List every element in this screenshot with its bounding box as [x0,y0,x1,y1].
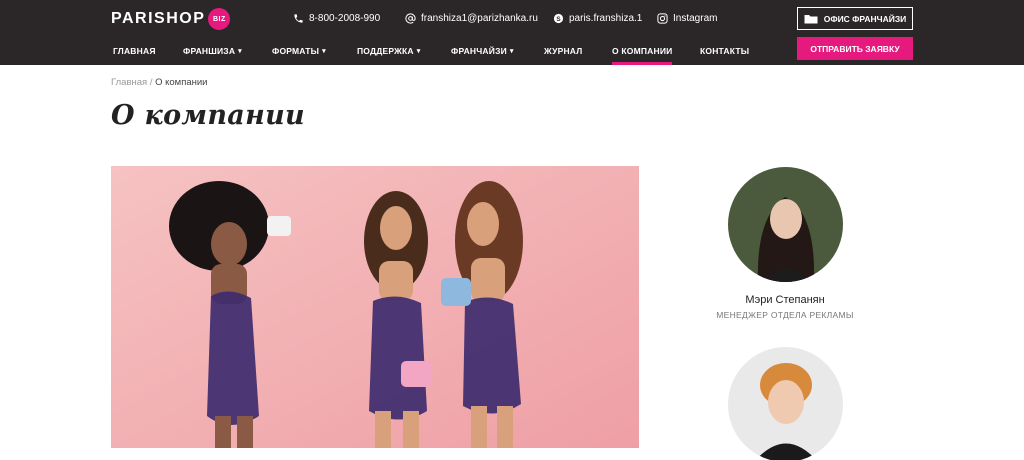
nav-item-label: ГЛАВНАЯ [113,46,156,56]
instagram-icon [657,12,668,24]
page-title: О компании [111,100,305,131]
chevron-down-icon: ▾ [509,48,514,55]
logo[interactable]: PARISHOP BIZ [111,8,231,30]
site-header: PARISHOP BIZ 8-800-2008-990 franshiza1@p… [0,0,1024,65]
logo-text: PARISHOP [111,10,206,27]
folder-icon [804,15,818,24]
skype-name: paris.franshiza.1 [569,12,643,24]
franchise-office-button[interactable]: ОФИС ФРАНЧАЙЗИ [797,7,913,30]
nav-item-label: ЖУРНАЛ [544,46,583,56]
nav-item-about[interactable]: О КОМПАНИИ [612,37,673,65]
chevron-down-icon: ▾ [238,48,242,55]
avatar [727,347,843,460]
email-link[interactable]: franshiza1@parizhanka.ru [405,11,538,25]
nav-item-label: ФОРМАТЫ [272,46,320,56]
nav-item-contacts[interactable]: КОНТАКТЫ [700,37,749,65]
svg-text:S: S [556,15,561,22]
team-member-role: МЕНЕДЖЕР ОТДЕЛА РЕКЛАМЫ [716,310,854,320]
nav-item-label: ПОДДЕРЖКА [357,46,414,56]
email-address: franshiza1@parizhanka.ru [421,12,538,24]
hero-photo-illustration [111,166,639,448]
nav-item-label: О КОМПАНИИ [612,46,673,56]
breadcrumb-home[interactable]: Главная [111,77,147,88]
avatar-illustration [727,167,843,282]
nav-item-franchisees[interactable]: ФРАНЧАЙЗИ ▾ [451,37,514,65]
phone-link[interactable]: 8-800-2008-990 [293,11,380,25]
team-member [700,347,870,460]
skype-icon: S [553,13,564,23]
nav-item-label: ФРАНШИЗА [183,46,236,56]
avatar [727,167,843,282]
nav-item-journal[interactable]: ЖУРНАЛ [544,37,582,65]
nav-item-franchise[interactable]: ФРАНШИЗА ▾ [183,37,242,65]
phone-number: 8-800-2008-990 [309,12,381,24]
chevron-down-icon: ▾ [322,48,326,55]
breadcrumb-current: О компании [155,77,208,88]
nav-item-label: КОНТАКТЫ [700,46,750,56]
breadcrumb-separator: / [149,77,153,88]
skype-link[interactable]: S paris.franshiza.1 [553,11,642,25]
nav-item-label: ФРАНЧАЙЗИ [451,46,507,56]
instagram-link[interactable]: Instagram [657,11,717,25]
breadcrumb: Главная / О компании [111,77,208,88]
chevron-down-icon: ▾ [416,48,421,55]
hero-photo [111,166,639,448]
nav-item-support[interactable]: ПОДДЕРЖКА ▾ [357,37,420,65]
team-member-name: Мэри Степанян [745,294,825,306]
submit-request-button[interactable]: ОТПРАВИТЬ ЗАЯВКУ [797,37,913,60]
franchise-office-label: ОФИС ФРАНЧАЙЗИ [823,13,907,24]
at-icon [405,12,416,24]
nav-item-formats[interactable]: ФОРМАТЫ ▾ [272,37,326,65]
logo-badge: BIZ [208,8,231,30]
phone-icon [294,13,303,23]
team-member: Мэри Степанян МЕНЕДЖЕР ОТДЕЛА РЕКЛАМЫ [700,167,870,320]
instagram-label: Instagram [673,12,718,24]
nav-item-home[interactable]: ГЛАВНАЯ [113,37,156,65]
avatar-illustration [727,347,843,460]
